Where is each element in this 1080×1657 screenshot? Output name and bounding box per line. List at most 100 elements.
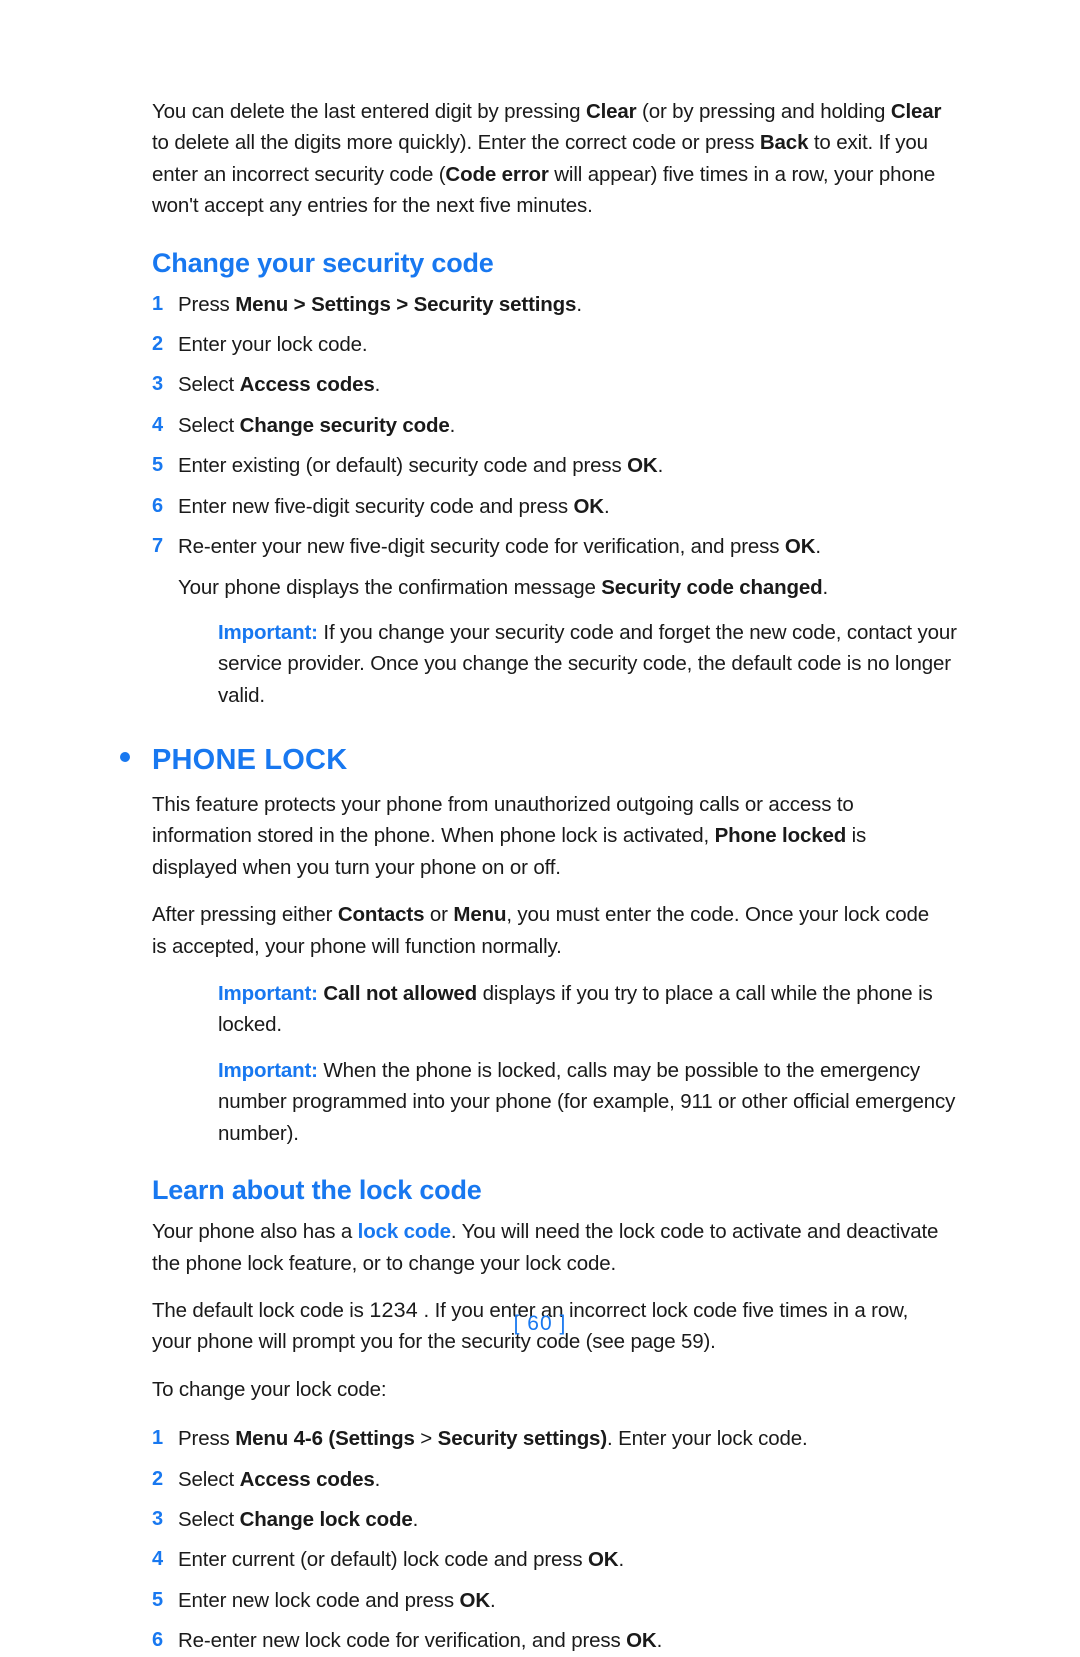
page-footer: [ 60 ] <box>0 1312 1080 1336</box>
step-text-post: . <box>576 292 582 316</box>
step-bold-1: OK <box>588 1548 619 1572</box>
step-item: 2 Enter your lock code. <box>152 329 962 360</box>
step-text-post: . <box>374 1467 381 1491</box>
step-number: 5 <box>152 454 163 477</box>
phone-lock2-text-mid: or <box>424 903 454 927</box>
step-text-pre: Enter your lock code. <box>178 333 368 357</box>
confirmation-bold: Security code changed <box>601 575 823 599</box>
confirmation-paragraph: Your phone displays the confirmation mes… <box>152 572 962 603</box>
step-text-post: . <box>657 454 664 478</box>
step-bold-1: Menu 4-6 (Settings <box>235 1427 415 1451</box>
intro-text-2: (or by pressing and holding <box>636 100 891 123</box>
confirmation-text-post: . <box>822 575 829 599</box>
phone-lock-paragraph-1: This feature protects your phone from un… <box>152 789 942 883</box>
intro-bold-code-error: Code error <box>445 162 549 186</box>
step-sep-1: > <box>288 292 312 316</box>
step-text-pre: Re-enter new lock code for verification,… <box>178 1629 627 1653</box>
step-text-post: . <box>374 373 381 397</box>
step-text-post: . Enter your lock code. <box>607 1427 808 1451</box>
lock-code-highlight: lock code <box>357 1220 451 1244</box>
step-bold-1: Change lock code <box>239 1507 413 1531</box>
step-number: 1 <box>152 1427 163 1450</box>
step-bold-1: OK <box>626 1629 657 1653</box>
step-item: 2 Select Access codes. <box>152 1464 962 1495</box>
phone-lock-bold-phone-locked: Phone locked <box>714 824 847 848</box>
phone-lock2-text-pre: After pressing either <box>152 903 338 927</box>
step-item: 3 Select Change lock code. <box>152 1504 962 1535</box>
heading-learn-lock-code: Learn about the lock code <box>152 1175 482 1206</box>
heading-phone-lock-row: PHONE LOCK <box>120 744 940 777</box>
important-note-security-code: Important: If you change your security c… <box>218 617 970 711</box>
step-number: 7 <box>152 535 163 558</box>
heading-change-security-code: Change your security code <box>152 247 494 278</box>
step-text-pre: Enter new five-digit security code and p… <box>178 494 574 518</box>
phone-lock2-bold-contacts: Contacts <box>337 903 425 927</box>
intro-bold-clear-1: Clear <box>585 100 637 123</box>
important-note-emergency: Important: When the phone is locked, cal… <box>218 1055 970 1149</box>
intro-text-1: You can delete the last entered digit by… <box>152 100 586 123</box>
important-label: Important: <box>218 620 318 644</box>
step-text-pre: Select <box>178 1507 240 1531</box>
page-number: [ 60 ] <box>513 1312 567 1335</box>
document-page: You can delete the last entered digit by… <box>0 0 1080 1652</box>
step-text-pre: Select <box>178 413 240 437</box>
step-text-pre: Enter current (or default) lock code and… <box>178 1548 588 1572</box>
phone-lock-paragraph-2: After pressing either Contacts or Menu, … <box>152 899 942 962</box>
important-label: Important: <box>218 982 318 1006</box>
bullet-dot-icon <box>120 752 130 763</box>
important-bold-call-not-allowed: Call not allowed <box>323 982 478 1006</box>
intro-text-3: to delete all the digits more quickly). … <box>152 131 760 155</box>
important-note-call-not-allowed: Important: Call not allowed displays if … <box>218 978 970 1041</box>
step-bold-1: Change security code <box>239 413 450 437</box>
step-text-pre: Select <box>178 373 240 397</box>
step-number: 4 <box>152 1548 163 1571</box>
lock-code-text-pre: Your phone also has a <box>152 1220 358 1244</box>
step-item: 5 Enter existing (or default) security co… <box>152 450 962 481</box>
step-item: 4 Select Change security code. <box>152 410 962 441</box>
step-bold-2: Settings <box>311 292 391 316</box>
step-number: 6 <box>152 494 163 517</box>
step-item: 1 Press Menu > Settings > Security settin… <box>152 289 962 320</box>
step-text-post: . <box>656 1629 663 1653</box>
step-number: 3 <box>152 373 163 396</box>
step-text-pre: Re-enter your new five-digit security co… <box>178 535 785 559</box>
step-text-pre: Select <box>178 1467 240 1491</box>
step-item: 6 Re-enter new lock code for verification… <box>152 1625 962 1656</box>
step-text-pre: Press <box>178 1427 236 1451</box>
step-text-pre: Enter existing (or default) security cod… <box>178 454 628 478</box>
intro-bold-back: Back <box>759 131 809 155</box>
step-text-post: . <box>412 1507 419 1531</box>
step-item: 7 Re-enter your new five-digit security c… <box>152 531 962 562</box>
intro-bold-clear-2: Clear <box>890 100 942 123</box>
step-bold-1: Access codes <box>239 1467 375 1491</box>
step-text-post: . <box>603 494 610 518</box>
step-sep-1: > <box>414 1427 438 1451</box>
step-item: 5 Enter new lock code and press OK. <box>152 1585 962 1616</box>
confirmation-text-pre: Your phone displays the confirmation mes… <box>178 575 602 599</box>
step-bold-1: OK <box>459 1588 491 1612</box>
step-item: 1 Press Menu 4-6 (Settings > Security set… <box>152 1423 962 1454</box>
lock-code-paragraph-1: Your phone also has a lock code. You wil… <box>152 1216 942 1279</box>
step-text-post: . <box>618 1548 624 1572</box>
step-bold-1: OK <box>784 535 816 559</box>
lock-code-paragraph-3: To change your lock code: <box>152 1377 387 1401</box>
step-bold-2: Security settings) <box>437 1427 607 1451</box>
step-number: 2 <box>152 333 163 356</box>
step-bold-1: Menu <box>235 292 289 316</box>
step-number: 5 <box>152 1588 163 1611</box>
step-number: 1 <box>152 292 163 315</box>
step-text-post: . <box>449 413 456 437</box>
step-bold-1: OK <box>627 454 658 478</box>
step-number: 2 <box>152 1467 163 1490</box>
step-number: 4 <box>152 413 163 436</box>
step-text-pre: Press <box>178 292 236 316</box>
heading-phone-lock: PHONE LOCK <box>152 744 348 777</box>
step-number: 6 <box>152 1629 163 1652</box>
step-bold-1: Access codes <box>239 373 375 397</box>
step-bold-1: OK <box>573 494 604 518</box>
intro-paragraph: You can delete the last entered digit by… <box>152 96 942 222</box>
important-label: Important: <box>218 1058 318 1082</box>
steps-change-lock-code: 1 Press Menu 4-6 (Settings > Security set… <box>152 1423 962 1656</box>
step-item: 6 Enter new five-digit security code and … <box>152 491 962 522</box>
step-item: 3 Select Access codes. <box>152 369 962 400</box>
